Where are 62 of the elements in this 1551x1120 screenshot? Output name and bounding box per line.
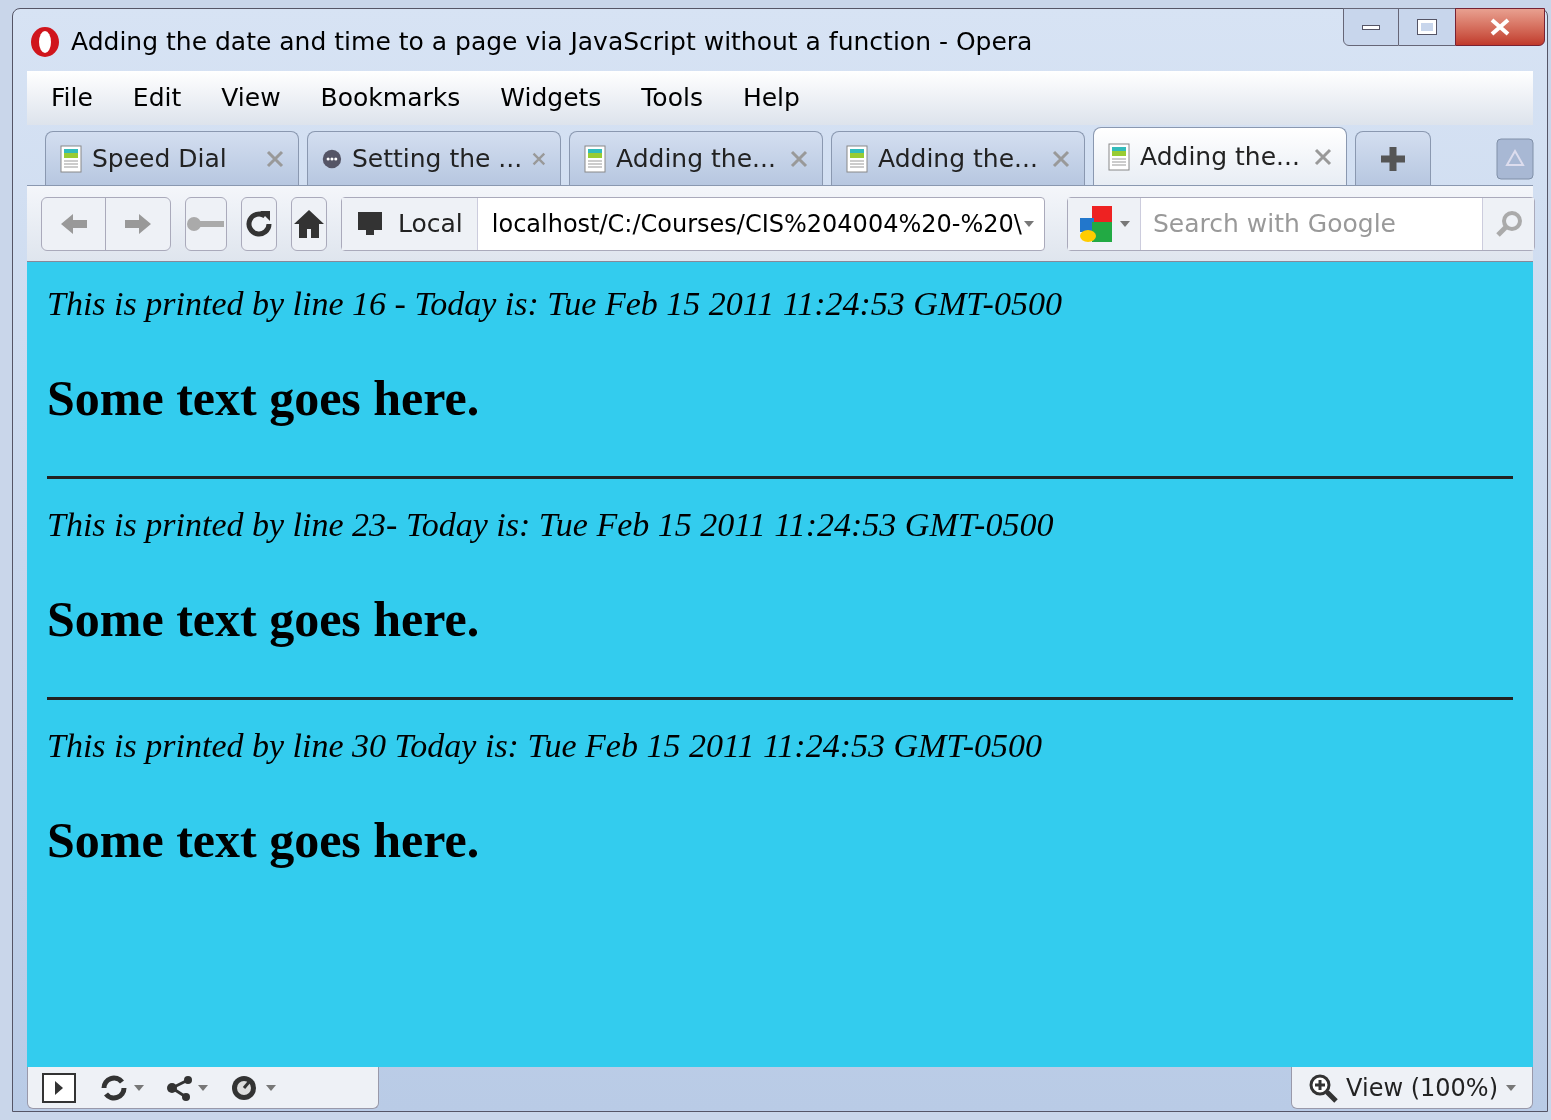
opera-logo-icon — [29, 24, 61, 59]
address-field[interactable]: Local localhost/C:/Courses/CIS%204004%20-%20\ — [341, 196, 1045, 251]
tab-title: Setting the ... — [351, 142, 523, 175]
minimize-button[interactable] — [1343, 8, 1399, 46]
caret-icon[interactable] — [266, 1084, 276, 1091]
new-tab-button[interactable] — [1355, 131, 1431, 185]
panel-toggle-icon[interactable] — [42, 1072, 76, 1103]
menu-item[interactable]: Bookmarks — [320, 79, 461, 117]
close-button[interactable] — [1455, 8, 1545, 46]
search-button[interactable] — [1482, 197, 1534, 250]
caret-icon[interactable] — [198, 1084, 208, 1091]
browser-tab[interactable]: Setting the ... — [307, 131, 561, 185]
browser-tab[interactable]: Adding the... — [1093, 127, 1347, 185]
caret-icon[interactable] — [134, 1084, 144, 1091]
plus-icon — [1380, 145, 1406, 172]
tab-title: Adding the... — [616, 142, 777, 175]
page-icon — [1108, 142, 1130, 171]
search-field[interactable]: Search with Google — [1141, 197, 1482, 250]
menu-item[interactable]: Edit — [132, 79, 182, 117]
search-engine-button[interactable] — [1068, 197, 1141, 250]
date-line: This is printed by line 16 - Today is: Tue Feb 15 2011 11:24:53 GMT-0500 — [47, 284, 1063, 324]
home-icon — [292, 207, 326, 240]
page-icon — [60, 144, 82, 173]
speedometer-icon[interactable] — [230, 1073, 258, 1102]
menu-item[interactable]: Widgets — [500, 79, 602, 117]
date-line: This is printed by line 23- Today is: Tue Feb 15 2011 11:24:53 GMT-0500 — [47, 505, 1055, 545]
page-icon — [584, 144, 606, 173]
monitor-icon — [356, 209, 384, 238]
google-logo-icon — [1078, 203, 1114, 244]
date-line: This is printed by line 30 Today is: Tue Feb 15 2011 11:24:53 GMT-0500 — [47, 726, 1044, 766]
home-button[interactable] — [291, 196, 327, 251]
zoom-button[interactable]: View (100%) — [1291, 1067, 1533, 1109]
menu-item[interactable]: Help — [742, 79, 800, 117]
menu-item[interactable]: View — [221, 79, 281, 117]
page-icon — [846, 144, 868, 173]
heading: Some text goes here. — [47, 369, 481, 428]
tab-title: Adding the... — [1140, 140, 1301, 173]
heading: Some text goes here. — [47, 590, 481, 649]
close-icon — [1489, 18, 1511, 36]
caret-icon[interactable] — [1024, 220, 1034, 227]
tab-title: Adding the... — [878, 142, 1039, 175]
key-button[interactable] — [185, 196, 227, 251]
heading: Some text goes here. — [47, 811, 481, 870]
close-tab-icon[interactable] — [1314, 147, 1332, 166]
reload-button[interactable] — [241, 196, 277, 251]
browser-tab[interactable]: Adding the... — [831, 131, 1085, 185]
menu-item[interactable]: Tools — [641, 79, 703, 117]
window-title: Adding the date and time to a page via JavaScript without a function - Opera — [71, 26, 1033, 58]
search-icon — [1494, 209, 1523, 238]
forward-arrow-icon — [123, 211, 153, 236]
maximize-button[interactable] — [1399, 8, 1455, 46]
menu-item[interactable]: File — [51, 79, 93, 117]
caret-icon[interactable] — [1506, 1084, 1516, 1091]
network-icon[interactable] — [166, 1073, 194, 1102]
zoom-icon — [1308, 1072, 1339, 1103]
caret-icon[interactable] — [1120, 220, 1130, 227]
tab-title: Speed Dial — [92, 142, 228, 175]
url-text: localhost/C:/Courses/CIS%204004%20-%20\ — [490, 208, 1023, 240]
browser-tab[interactable]: Speed Dial — [45, 131, 299, 185]
key-icon — [186, 214, 226, 233]
browser-tab[interactable]: Adding the... — [569, 131, 823, 185]
location-label: Local — [398, 207, 463, 240]
